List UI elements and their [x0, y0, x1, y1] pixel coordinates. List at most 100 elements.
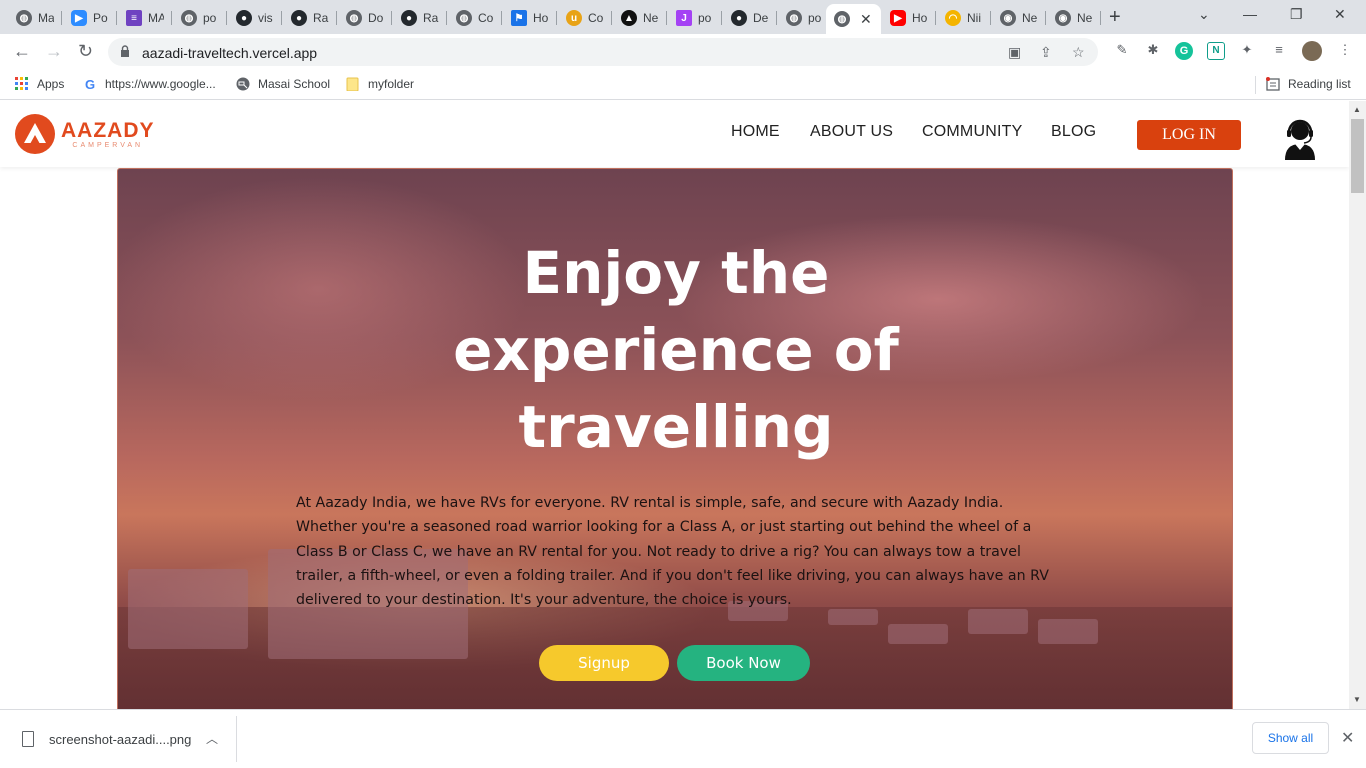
nav-about-us[interactable]: ABOUT US	[810, 123, 893, 141]
extension-n-icon[interactable]: N	[1207, 42, 1225, 60]
tab[interactable]: ● Ra	[393, 4, 447, 32]
extension-eyedropper-icon[interactable]: ✎	[1113, 42, 1131, 60]
chrome-icon: ◉	[1000, 10, 1016, 26]
flag-icon: ⚑	[511, 10, 527, 26]
tab[interactable]: ◍ po	[173, 4, 227, 32]
rv-silhouette	[128, 569, 248, 649]
tab[interactable]: u Co	[558, 4, 612, 32]
minimize-icon[interactable]: —	[1243, 6, 1257, 22]
logo-brand-text: AAZADY	[61, 118, 155, 142]
tab[interactable]: ◍ po	[778, 4, 826, 32]
rv-silhouette	[1038, 619, 1098, 644]
file-icon	[22, 731, 34, 747]
globe-icon: ◍	[16, 10, 32, 26]
chevron-up-icon[interactable]: ︿	[206, 730, 218, 747]
bookmark-masai-school[interactable]: Masai School	[236, 77, 330, 91]
divider	[1255, 76, 1256, 94]
apps-grid-icon	[15, 77, 29, 91]
tab[interactable]: ▶ Po	[63, 4, 117, 32]
customer-support-icon[interactable]	[1282, 118, 1318, 160]
globe-icon: ◍	[346, 10, 362, 26]
tab-search-icon[interactable]: ⌄	[1198, 6, 1210, 23]
book-now-button[interactable]: Book Now	[677, 645, 810, 681]
tab[interactable]: ◍ Do	[338, 4, 392, 32]
address-bar[interactable]: aazadi-traveltech.vercel.app ▣ ⇪ ☆	[108, 38, 1098, 66]
logo-mark-icon	[15, 114, 55, 154]
folder-icon	[346, 77, 360, 91]
nav-community[interactable]: COMMUNITY	[922, 123, 1022, 141]
rv-silhouette	[968, 609, 1028, 634]
tab[interactable]: ◍ Ma	[8, 4, 62, 32]
signup-button[interactable]: Signup	[539, 645, 669, 681]
extensions-puzzle-icon[interactable]: ✦	[1238, 42, 1256, 60]
new-tab-icon[interactable]: +	[1109, 6, 1121, 29]
login-button[interactable]: LOG IN	[1137, 120, 1241, 150]
zoom-icon: ▶	[71, 10, 87, 26]
back-icon[interactable]: ←	[13, 41, 31, 62]
menu-kebab-icon[interactable]: ⋮	[1336, 42, 1354, 60]
globe-icon: ◍	[786, 10, 802, 26]
rv-silhouette	[888, 624, 948, 644]
logo-sub-text: CAMPERVAN	[72, 141, 144, 149]
site-logo[interactable]: AAZADY CAMPERVAN	[15, 114, 155, 154]
tab[interactable]: ⚑ Ho	[503, 4, 557, 32]
hero-banner: Enjoy the experience of travelling At Aa…	[117, 168, 1233, 709]
forward-icon[interactable]: →	[45, 41, 63, 62]
globe-icon: ◍	[834, 11, 850, 27]
bookmarks-bar: Apps G https://www.google... Masai Schoo…	[0, 70, 1366, 100]
site-header: AAZADY CAMPERVAN HOME ABOUT US COMMUNITY…	[0, 101, 1349, 167]
tab[interactable]: ◠ Nii	[937, 4, 991, 32]
bookmark-apps[interactable]: Apps	[15, 77, 64, 91]
bookmark-google[interactable]: G https://www.google...	[83, 76, 216, 92]
share-icon[interactable]: ⇪	[1040, 44, 1052, 61]
tab[interactable]: ◍ Co	[448, 4, 502, 32]
reading-list[interactable]: Reading list	[1266, 77, 1351, 91]
scroll-down-icon[interactable]: ▼	[1353, 695, 1361, 704]
page-scrollbar[interactable]: ▲ ▼	[1349, 101, 1366, 709]
restore-icon[interactable]: ❐	[1290, 6, 1303, 23]
bookmark-myfolder[interactable]: myfolder	[346, 77, 414, 91]
rainbow-icon: ◠	[945, 10, 961, 26]
tab[interactable]: ◉ Ne	[992, 4, 1046, 32]
close-shelf-icon[interactable]: ✕	[1341, 728, 1354, 748]
google-icon: G	[84, 76, 96, 92]
github-icon: ●	[291, 10, 307, 26]
triangle-icon: ▲	[621, 10, 637, 26]
scrollbar-thumb[interactable]	[1351, 119, 1364, 193]
hero-description: At Aazady India, we have RVs for everyon…	[296, 495, 1049, 609]
tab-active[interactable]: ◍ ✕	[826, 4, 881, 34]
tab[interactable]: ≡ MA	[118, 4, 172, 32]
download-shelf: screenshot-aazadi....png ︿ Show all ✕	[0, 709, 1366, 768]
download-filename[interactable]: screenshot-aazadi....png	[49, 732, 191, 747]
youtube-icon: ▶	[890, 10, 906, 26]
page-viewport: AAZADY CAMPERVAN HOME ABOUT US COMMUNITY…	[0, 101, 1349, 709]
globe-icon: ◍	[181, 10, 197, 26]
media-queue-icon[interactable]: ≡	[1270, 42, 1288, 60]
tab[interactable]: ● De	[723, 4, 777, 32]
show-all-button[interactable]: Show all	[1252, 722, 1329, 754]
tab[interactable]: ▲ Ne	[613, 4, 667, 32]
close-window-icon[interactable]: ✕	[1334, 6, 1346, 23]
bookmark-star-icon[interactable]: ☆	[1072, 44, 1085, 61]
globe-icon: ◍	[456, 10, 472, 26]
nav-home[interactable]: HOME	[731, 123, 780, 141]
popup-blocked-icon[interactable]: ▣	[1008, 44, 1021, 61]
scroll-up-icon[interactable]: ▲	[1353, 105, 1361, 114]
extension-bug-icon[interactable]: ✱	[1144, 42, 1162, 60]
nav-blog[interactable]: BLOG	[1051, 123, 1096, 141]
reading-list-icon	[1266, 77, 1280, 91]
reload-icon[interactable]: ↻	[78, 41, 93, 62]
divider	[236, 716, 237, 762]
browser-toolbar: ← → ↻ aazadi-traveltech.vercel.app ▣ ⇪ ☆…	[0, 34, 1366, 70]
hero-title: Enjoy the experience of travelling	[453, 239, 899, 461]
tab[interactable]: Jpo	[668, 4, 722, 32]
tab[interactable]: ◉ Ne	[1047, 4, 1101, 32]
profile-avatar[interactable]	[1302, 41, 1322, 61]
lock-icon	[121, 45, 129, 57]
tab[interactable]: ▶ Ho	[882, 4, 936, 32]
tab[interactable]: ● vis	[228, 4, 282, 32]
tab[interactable]: ● Ra	[283, 4, 337, 32]
grammarly-icon[interactable]: G	[1175, 42, 1193, 60]
close-tab-icon[interactable]: ✕	[860, 11, 872, 28]
tab-strip: ◍ Ma ▶ Po ≡ MA ◍ po ● vis ● Ra ◍ Do ● Ra ◍ Co ⚑ Ho…	[0, 0, 1366, 34]
